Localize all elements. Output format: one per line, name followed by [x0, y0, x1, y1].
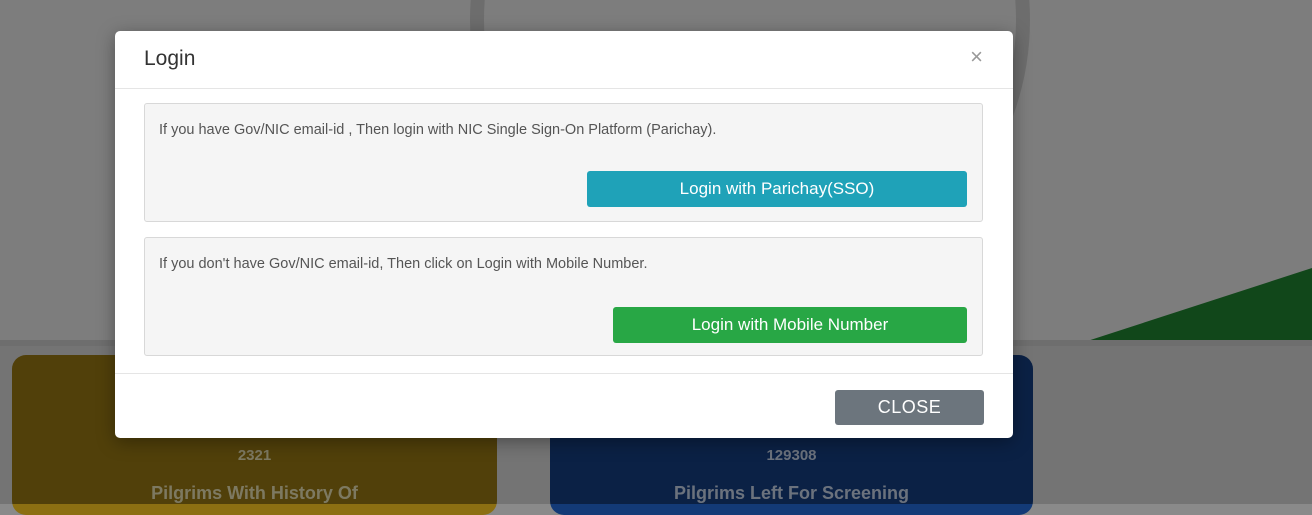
close-button[interactable]: CLOSE [835, 390, 984, 425]
modal-title: Login [144, 47, 196, 70]
mobile-login-panel: If you don't have Gov/NIC email-id, Then… [144, 237, 983, 356]
login-modal: Login × If you have Gov/NIC email-id , T… [115, 31, 1013, 438]
login-mobile-number-button[interactable]: Login with Mobile Number [613, 307, 967, 343]
sso-login-panel: If you have Gov/NIC email-id , Then logi… [144, 103, 983, 222]
modal-header: Login × [115, 31, 1013, 89]
modal-footer: CLOSE [115, 373, 1013, 439]
login-parichay-sso-button[interactable]: Login with Parichay(SSO) [587, 171, 967, 207]
mobile-info-text: If you don't have Gov/NIC email-id, Then… [159, 256, 648, 272]
sso-info-text: If you have Gov/NIC email-id , Then logi… [159, 122, 717, 138]
close-icon[interactable]: × [970, 46, 983, 68]
